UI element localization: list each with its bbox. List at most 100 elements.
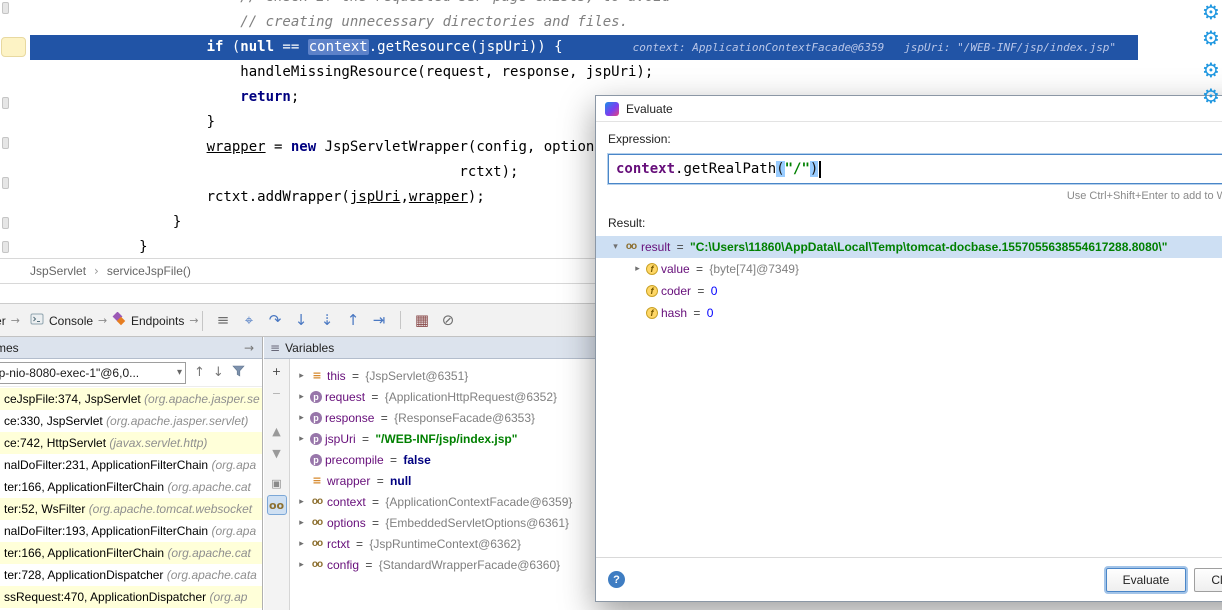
- step-out-icon[interactable]: ↑: [342, 309, 364, 331]
- tree-chevron-icon[interactable]: ▸: [296, 539, 307, 549]
- gear-icon[interactable]: ⚙: [1202, 0, 1220, 24]
- show-watches-icon[interactable]: oo: [267, 495, 287, 515]
- variable-name: response: [325, 411, 374, 425]
- help-icon[interactable]: ?: [608, 571, 625, 588]
- breadcrumb-class[interactable]: JspServlet: [30, 264, 86, 278]
- tab-console-label: Console: [49, 314, 93, 328]
- tree-chevron-icon[interactable]: ▾: [610, 242, 621, 252]
- mute-breakpoints-icon[interactable]: ⊘: [437, 309, 459, 331]
- tree-chevron-icon[interactable]: ▸: [296, 413, 307, 423]
- frames-panel: Frames → "http-nio-8080-exec-1"@6,0... ▾…: [0, 337, 263, 610]
- variable-row[interactable]: ▸oocontext = {ApplicationContextFacade@6…: [290, 491, 595, 512]
- tree-chevron-icon[interactable]: ▸: [296, 392, 307, 402]
- variable-row[interactable]: ▸presponse = {ResponseFacade@6353}: [290, 407, 595, 428]
- execution-line[interactable]: if (null == context.getResource(jspUri))…: [38, 35, 1222, 60]
- step-over-icon[interactable]: ↷: [264, 309, 286, 331]
- frame-row[interactable]: ce:330, JspServlet (org.apache.jasper.se…: [0, 410, 262, 432]
- result-row[interactable]: fhash = 0: [596, 302, 1222, 324]
- gear-icon[interactable]: ⚙: [1202, 58, 1220, 82]
- gutter-mark-icon: [2, 177, 9, 189]
- gear-icon[interactable]: ⚙: [1202, 26, 1220, 50]
- frame-package: (org.apache.tomcat.websocket: [89, 502, 252, 516]
- variable-row[interactable]: ▸prequest = {ApplicationHttpRequest@6352…: [290, 386, 595, 407]
- code-seg-kw: if: [207, 39, 224, 55]
- frame-row[interactable]: nalDoFilter:231, ApplicationFilterChain …: [0, 454, 262, 476]
- tree-chevron-icon[interactable]: ▸: [296, 518, 307, 528]
- frame-row[interactable]: ceJspFile:374, JspServlet (org.apache.ja…: [0, 388, 262, 410]
- variable-value: false: [403, 453, 430, 467]
- value-icon: ≡: [310, 369, 324, 382]
- result-row[interactable]: ▸fvalue = {byte[74]@7349}: [596, 258, 1222, 280]
- move-watch-down-icon[interactable]: ▼: [267, 443, 287, 463]
- filter-frames-icon[interactable]: [232, 365, 245, 380]
- code-line[interactable]: // Check if the requested JSP page exist…: [38, 0, 1222, 10]
- dialog-titlebar[interactable]: Evaluate: [596, 96, 1222, 122]
- code-seg-cm: // creating unnecessary directories and …: [240, 14, 628, 30]
- variable-row[interactable]: ▸oorctxt = {JspRuntimeContext@6362}: [290, 533, 595, 554]
- variable-row[interactable]: ≡wrapper = null: [290, 470, 595, 491]
- gear-icon[interactable]: ⚙: [1202, 84, 1220, 108]
- frame-location: ceJspFile:374, JspServlet: [4, 392, 144, 406]
- view-breakpoints-icon[interactable]: ▦: [411, 309, 433, 331]
- move-watch-up-icon[interactable]: ▲: [267, 421, 287, 441]
- equals-sign: =: [694, 284, 708, 298]
- code-line[interactable]: handleMissingResource(request, response,…: [38, 60, 1222, 85]
- tree-chevron-icon[interactable]: ▸: [296, 560, 307, 570]
- frame-row[interactable]: nalDoFilter:193, ApplicationFilterChain …: [0, 520, 262, 542]
- tree-chevron-icon[interactable]: ▸: [632, 264, 643, 274]
- frame-row[interactable]: ter:166, ApplicationFilterChain (org.apa…: [0, 542, 262, 564]
- layout-settings-icon[interactable]: ≡: [212, 309, 234, 331]
- add-watch-icon[interactable]: +: [267, 361, 287, 381]
- tree-chevron-icon[interactable]: ▸: [296, 371, 307, 381]
- code-line[interactable]: // creating unnecessary directories and …: [38, 10, 1222, 35]
- equals-sign: =: [690, 306, 704, 320]
- toolbar-separator: [202, 311, 203, 331]
- result-row[interactable]: fcoder = 0: [596, 280, 1222, 302]
- variable-row[interactable]: ▸oooptions = {EmbeddedServletOptions@636…: [290, 512, 595, 533]
- frame-row[interactable]: ter:52, WsFilter (org.apache.tomcat.webs…: [0, 498, 262, 520]
- code-seg-pl: rctxt.addWrapper(: [207, 189, 350, 205]
- thread-selector[interactable]: "http-nio-8080-exec-1"@6,0... ▾: [0, 362, 186, 384]
- tree-chevron-icon[interactable]: ▸: [296, 497, 307, 507]
- next-frame-icon[interactable]: ↓: [213, 365, 224, 380]
- thread-row: "http-nio-8080-exec-1"@6,0... ▾ ↑ ↓: [0, 359, 262, 387]
- dialog-footer: ? Evaluate Close: [596, 557, 1222, 601]
- toolbar-icons: ≡⌖↷↓⇣↑⇥ ▦⊘: [212, 309, 459, 331]
- force-step-into-icon[interactable]: ⇣: [316, 309, 338, 331]
- close-button[interactable]: Close: [1194, 568, 1222, 592]
- breadcrumb-method[interactable]: serviceJspFile(): [107, 264, 191, 278]
- frames-header-arrow-icon[interactable]: →: [244, 341, 254, 355]
- remove-watch-icon[interactable]: −: [267, 383, 287, 403]
- step-into-icon[interactable]: ↓: [290, 309, 312, 331]
- code-seg-pl: (: [223, 39, 240, 55]
- tab-endpoints-label: Endpoints: [131, 314, 184, 328]
- frame-row[interactable]: ter:728, ApplicationDispatcher (org.apac…: [0, 564, 262, 586]
- frame-row[interactable]: ter:166, ApplicationFilterChain (org.apa…: [0, 476, 262, 498]
- expression-input[interactable]: context.getRealPath("/")▾: [608, 154, 1222, 184]
- tab-endpoints[interactable]: Endpoints →: [104, 304, 207, 337]
- variable-row[interactable]: ▸≡this = {JspServlet@6351}: [290, 365, 595, 386]
- tab-console[interactable]: Console →: [22, 304, 115, 337]
- frames-header[interactable]: Frames →: [0, 337, 262, 359]
- copy-icon[interactable]: ▣: [267, 473, 287, 493]
- equals-sign: =: [673, 240, 687, 254]
- intellij-icon: [605, 102, 619, 116]
- frame-location: ssRequest:470, ApplicationDispatcher: [4, 590, 209, 604]
- variable-row[interactable]: pprecompile = false: [290, 449, 595, 470]
- variable-row[interactable]: ▸ooconfig = {StandardWrapperFacade@6360}: [290, 554, 595, 575]
- variables-header[interactable]: ≡ Variables: [264, 337, 595, 359]
- frame-row[interactable]: ce:742, HttpServlet (javax.servlet.http): [0, 432, 262, 454]
- tree-chevron-icon[interactable]: ▸: [296, 434, 307, 444]
- expression-label: Expression:: [608, 132, 1222, 146]
- variable-row[interactable]: ▸pjspUri = "/WEB-INF/jsp/index.jsp": [290, 428, 595, 449]
- editor-gutter[interactable]: [0, 0, 30, 258]
- evaluate-button[interactable]: Evaluate: [1106, 568, 1187, 592]
- frame-row[interactable]: ssRequest:470, ApplicationDispatcher (or…: [0, 586, 262, 608]
- code-seg-pl: }: [139, 239, 147, 255]
- result-row[interactable]: ▾ooresult = "C:\Users\11860\AppData\Loca…: [596, 236, 1222, 258]
- frame-location: ter:52, WsFilter: [4, 502, 89, 516]
- run-to-cursor-icon[interactable]: ⇥: [368, 309, 390, 331]
- previous-frame-icon[interactable]: ↑: [194, 365, 205, 380]
- glasses-icon: oo: [624, 242, 638, 252]
- show-execution-point-icon[interactable]: ⌖: [238, 309, 260, 331]
